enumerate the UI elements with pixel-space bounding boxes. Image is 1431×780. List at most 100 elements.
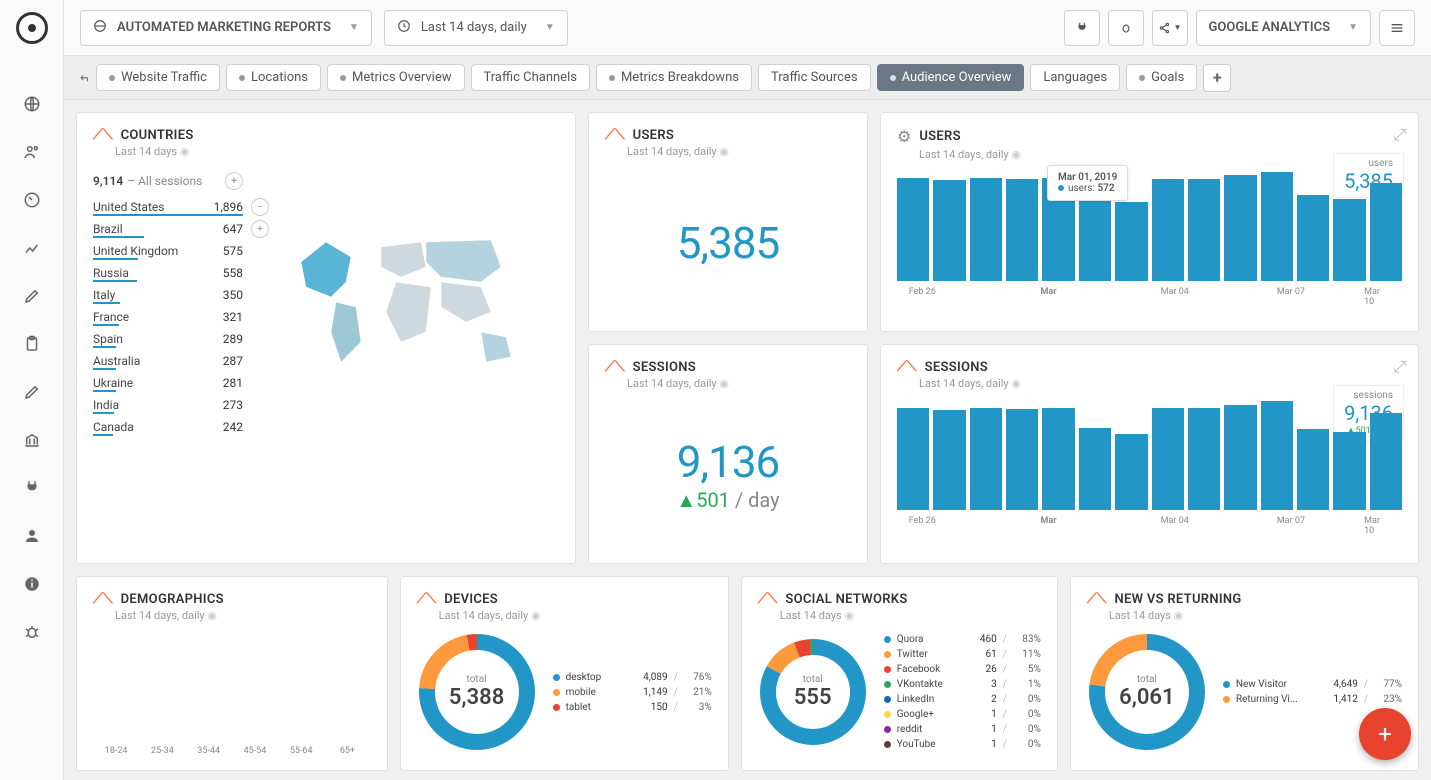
- legend-row: Returning Vi...1,412/23%: [1223, 692, 1402, 707]
- legend-name: Quora: [897, 634, 955, 645]
- card-title: NEW VS RETURNING: [1114, 592, 1241, 607]
- legend-pct: 21%: [684, 687, 712, 698]
- spark-icon: ⟋⟍: [897, 359, 917, 375]
- legend-name: mobile: [566, 687, 626, 698]
- sessions-value: 9,136: [676, 436, 779, 488]
- tab-traffic-sources[interactable]: Traffic Sources: [758, 64, 871, 91]
- legend-dot: [884, 741, 891, 748]
- tab-locations[interactable]: Locations: [226, 64, 321, 91]
- country-row: Russia558: [93, 260, 243, 282]
- date-dropdown[interactable]: Last 14 days, daily ▼: [384, 10, 568, 46]
- country-value: 647: [223, 222, 243, 236]
- share-button[interactable]: ▼: [1152, 10, 1188, 46]
- legend-num: 3: [961, 679, 997, 690]
- legend-pct: 77%: [1374, 679, 1402, 690]
- sidebar-edit-icon[interactable]: [12, 276, 52, 316]
- legend-name: Returning Vi...: [1236, 694, 1316, 705]
- demo-label: 35-44: [186, 746, 232, 756]
- tab-metrics-breakdowns[interactable]: Metrics Breakdowns: [596, 64, 752, 91]
- legend-name: LinkedIn: [897, 694, 955, 705]
- country-value: 287: [223, 354, 243, 368]
- legend-name: New Visitor: [1236, 679, 1316, 690]
- card-title: USERS: [919, 129, 961, 144]
- gear-icon[interactable]: ⚙: [897, 127, 911, 146]
- bar: [1370, 413, 1402, 510]
- legend-name: VKontakte: [897, 679, 955, 690]
- sidebar-bank-icon[interactable]: [12, 420, 52, 460]
- plug-button[interactable]: [1064, 10, 1100, 46]
- card-devices: ⟋⟍DEVICES Last 14 days, daily ◉ total5,3…: [400, 576, 729, 771]
- world-map: [263, 168, 559, 436]
- tab-goals[interactable]: Goals: [1126, 64, 1197, 91]
- tab-traffic-channels[interactable]: Traffic Channels: [471, 64, 590, 91]
- legend-row: Twitter61/11%: [884, 647, 1041, 662]
- country-value: 321: [223, 310, 243, 324]
- bar: [1152, 179, 1184, 281]
- axis-label: Mar 10: [1364, 516, 1389, 536]
- sidebar-info-icon[interactable]: [12, 564, 52, 604]
- sidebar-plug-icon[interactable]: [12, 468, 52, 508]
- bar: [1152, 408, 1184, 510]
- sidebar-account-icon[interactable]: [12, 516, 52, 556]
- bar: [1079, 428, 1111, 510]
- legend-name: YouTube: [897, 739, 955, 750]
- report-dropdown[interactable]: AUTOMATED MARKETING REPORTS ▼: [80, 10, 372, 46]
- sidebar-bug-icon[interactable]: [12, 612, 52, 652]
- legend-name: Facebook: [897, 664, 955, 675]
- tab-label: Website Traffic: [121, 70, 207, 85]
- tab-website-traffic[interactable]: Website Traffic: [96, 64, 220, 91]
- tab-label: Audience Overview: [902, 70, 1012, 85]
- source-dropdown[interactable]: GOOGLE ANALYTICS ▼: [1196, 10, 1371, 46]
- card-subtitle: Last 14 days, daily: [439, 609, 529, 622]
- expand-icon[interactable]: ⤢: [1393, 125, 1406, 145]
- legend-num: 1: [961, 724, 997, 735]
- bug-button[interactable]: [1108, 10, 1144, 46]
- legend-row: LinkedIn2/0%: [884, 692, 1041, 707]
- country-name: Ukraine: [93, 376, 133, 390]
- legend-num: 4,649: [1322, 679, 1358, 690]
- expand-icon[interactable]: ⤢: [1393, 357, 1406, 377]
- legend-pct: 23%: [1374, 694, 1402, 705]
- bar: [1006, 409, 1038, 510]
- card-title: USERS: [633, 128, 675, 143]
- country-row: Ukraine281: [93, 370, 243, 392]
- sidebar-globe-icon[interactable]: [12, 84, 52, 124]
- card-demographics: ⟋⟍DEMOGRAPHICS Last 14 days, daily ◉ 18-…: [76, 576, 388, 771]
- sidebar-chart-icon[interactable]: [12, 228, 52, 268]
- tab-metrics-overview[interactable]: Metrics Overview: [327, 64, 465, 91]
- sidebar-edit2-icon[interactable]: [12, 372, 52, 412]
- demo-label: 55-64: [278, 746, 324, 756]
- tab-languages[interactable]: Languages: [1030, 64, 1120, 91]
- tab-audience-overview[interactable]: Audience Overview: [877, 64, 1025, 91]
- country-name: Italy: [93, 288, 115, 302]
- sidebar-gauge-icon[interactable]: [12, 180, 52, 220]
- bar: [1006, 179, 1038, 281]
- spark-icon: ⟋⟍: [417, 591, 437, 607]
- fab-add-button[interactable]: +: [1359, 708, 1411, 760]
- card-subtitle: Last 14 days, daily: [919, 148, 1009, 161]
- legend-dot: [884, 651, 891, 658]
- country-row: France321: [93, 304, 243, 326]
- legend-row: desktop4,089/76%: [553, 670, 712, 685]
- expand-button[interactable]: +: [225, 172, 243, 190]
- bar: [1224, 175, 1256, 281]
- menu-button[interactable]: [1379, 10, 1415, 46]
- bar: [1188, 408, 1220, 510]
- tab-label: Metrics Breakdowns: [621, 70, 739, 85]
- card-title: SOCIAL NETWORKS: [785, 592, 907, 607]
- sidebar-clipboard-icon[interactable]: [12, 324, 52, 364]
- collapse-button[interactable]: −: [251, 198, 269, 216]
- add-tab-button[interactable]: +: [1203, 64, 1231, 92]
- card-countries: ⟋⟍COUNTRIES Last 14 days ◉ 9,114 – All s…: [76, 112, 576, 564]
- demo-label: 18-24: [93, 746, 139, 756]
- country-row: India273: [93, 392, 243, 414]
- country-name: India: [93, 398, 119, 412]
- legend-row: Facebook26/5%: [884, 662, 1041, 677]
- legend-dot: [884, 726, 891, 733]
- devices-legend: desktop4,089/76%mobile1,149/21%tablet150…: [553, 670, 712, 715]
- sidebar-users-icon[interactable]: [12, 132, 52, 172]
- legend-pct: 3%: [684, 702, 712, 713]
- legend-pct: 0%: [1013, 739, 1041, 750]
- country-name: Australia: [93, 354, 140, 368]
- expand-button[interactable]: +: [251, 220, 269, 238]
